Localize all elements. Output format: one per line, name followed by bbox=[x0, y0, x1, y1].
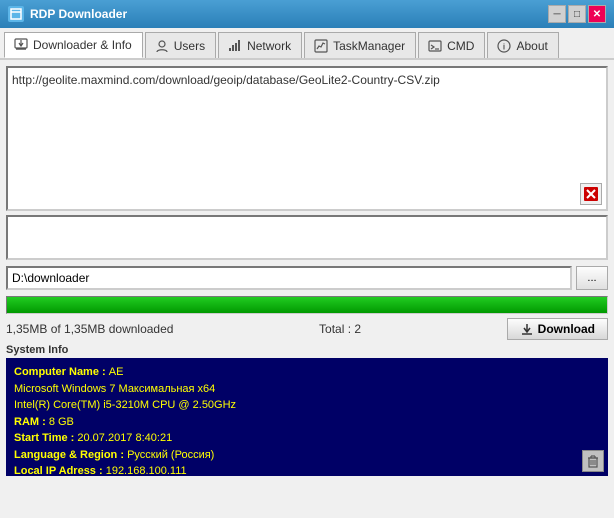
tab-users-label: Users bbox=[174, 39, 205, 53]
tab-downloader[interactable]: Downloader & Info bbox=[4, 32, 143, 58]
sysinfo-line-6: Local IP Adress : 192.168.100.111 bbox=[14, 463, 600, 476]
sysinfo-section: System Info Computer Name : AE Microsoft… bbox=[6, 344, 608, 476]
sysinfo-val-5: Русский (Россия) bbox=[127, 449, 214, 461]
url-list[interactable]: http://geolite.maxmind.com/download/geoi… bbox=[6, 66, 608, 211]
browse-button[interactable]: ... bbox=[576, 266, 608, 290]
tab-cmd-label: CMD bbox=[447, 39, 474, 53]
progress-row bbox=[6, 296, 608, 314]
comment-box[interactable] bbox=[6, 215, 608, 260]
users-icon bbox=[154, 38, 170, 54]
status-row: 1,35MB of 1,35MB downloaded Total : 2 Do… bbox=[6, 318, 608, 340]
cmd-icon bbox=[427, 38, 443, 54]
sysinfo-val-3: 8 GB bbox=[49, 416, 74, 428]
tab-bar: Downloader & Info Users Network bbox=[0, 28, 614, 60]
sysinfo-box: Computer Name : AE Microsoft Windows 7 М… bbox=[6, 358, 608, 476]
main-content: http://geolite.maxmind.com/download/geoi… bbox=[0, 60, 614, 482]
svg-text:i: i bbox=[503, 42, 505, 51]
sysinfo-key-0: Computer Name : bbox=[14, 366, 109, 378]
sysinfo-key-6: Local IP Adress : bbox=[14, 465, 106, 476]
delete-button[interactable] bbox=[580, 183, 602, 205]
sysinfo-val-6: 192.168.100.111 bbox=[106, 465, 187, 476]
app-title: RDP Downloader bbox=[30, 7, 548, 21]
window-controls: ─ □ ✕ bbox=[548, 5, 606, 23]
taskmanager-icon bbox=[313, 38, 329, 54]
sysinfo-val-4: 20.07.2017 8:40:21 bbox=[77, 432, 172, 444]
app-icon bbox=[8, 6, 24, 22]
sysinfo-line-1: Microsoft Windows 7 Максимальная x64 bbox=[14, 381, 600, 398]
total-text: Total : 2 bbox=[319, 322, 361, 336]
download-button-label: Download bbox=[538, 322, 595, 336]
network-icon bbox=[227, 38, 243, 54]
sysinfo-line-4: Start Time : 20.07.2017 8:40:21 bbox=[14, 430, 600, 447]
download-icon bbox=[520, 322, 534, 336]
tab-network-label: Network bbox=[247, 39, 291, 53]
tab-users[interactable]: Users bbox=[145, 32, 216, 58]
tab-cmd[interactable]: CMD bbox=[418, 32, 485, 58]
path-row: ... bbox=[6, 266, 608, 290]
tab-taskmanager[interactable]: TaskManager bbox=[304, 32, 416, 58]
maximize-button[interactable]: □ bbox=[568, 5, 586, 23]
sysinfo-key-4: Start Time : bbox=[14, 432, 77, 444]
sysinfo-line-2: Intel(R) Core(TM) i5-3210M CPU @ 2.50GHz bbox=[14, 397, 600, 414]
about-icon: i bbox=[496, 38, 512, 54]
sysinfo-key-5: Language & Region : bbox=[14, 449, 127, 461]
sysinfo-line-3: RAM : 8 GB bbox=[14, 414, 600, 431]
tab-taskmanager-label: TaskManager bbox=[333, 39, 405, 53]
close-button[interactable]: ✕ bbox=[588, 5, 606, 23]
status-text: 1,35MB of 1,35MB downloaded bbox=[6, 322, 173, 336]
path-input[interactable] bbox=[6, 266, 572, 290]
progress-bar-bg bbox=[6, 296, 608, 314]
download-button[interactable]: Download bbox=[507, 318, 608, 340]
sysinfo-val-0: AE bbox=[109, 366, 124, 378]
sysinfo-label: System Info bbox=[6, 344, 608, 356]
tab-network[interactable]: Network bbox=[218, 32, 302, 58]
title-bar: RDP Downloader ─ □ ✕ bbox=[0, 0, 614, 28]
downloader-icon bbox=[13, 37, 29, 53]
progress-bar-fill bbox=[7, 297, 607, 313]
minimize-button[interactable]: ─ bbox=[548, 5, 566, 23]
sysinfo-line-0: Computer Name : AE bbox=[14, 364, 600, 381]
sysinfo-key-3: RAM : bbox=[14, 416, 49, 428]
tab-about-label: About bbox=[516, 39, 547, 53]
tab-about[interactable]: i About bbox=[487, 32, 558, 58]
tab-downloader-label: Downloader & Info bbox=[33, 38, 132, 52]
url-item: http://geolite.maxmind.com/download/geoi… bbox=[12, 72, 602, 89]
sysinfo-line-5: Language & Region : Русский (Россия) bbox=[14, 447, 600, 464]
trash-button[interactable] bbox=[582, 450, 604, 472]
